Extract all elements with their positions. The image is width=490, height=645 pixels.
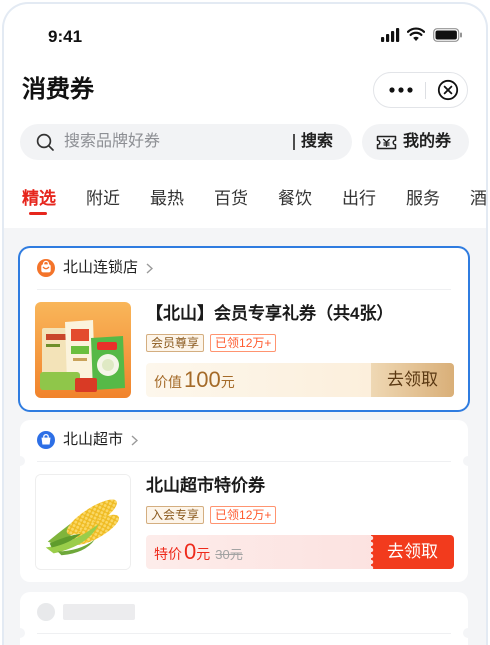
coupon-ticket-icon xyxy=(376,135,397,150)
chevron-right-icon xyxy=(146,262,154,274)
original-price: 30元 xyxy=(215,547,243,562)
member-tag: 会员尊享 xyxy=(146,334,205,352)
battery-icon xyxy=(433,28,462,42)
card-divider xyxy=(37,461,451,462)
coupon-title: 北山超市特价券 xyxy=(146,476,265,495)
tab-nearby[interactable]: 附近 xyxy=(86,187,120,211)
skeleton-avatar xyxy=(37,603,55,621)
close-circle-icon xyxy=(437,79,459,101)
my-coupons-label: 我的券 xyxy=(403,133,452,150)
search-button[interactable]: 搜索 xyxy=(301,124,333,160)
wifi-icon xyxy=(407,27,425,41)
claim-button[interactable]: 去领取 xyxy=(371,535,454,569)
coupon-tags: 会员尊享 已领12万+ xyxy=(146,334,282,352)
store-link[interactable]: 北山连锁店 xyxy=(63,258,154,278)
price-prefix: 特价 xyxy=(154,546,182,562)
card-notch xyxy=(463,456,473,466)
coupon-card-skeleton xyxy=(15,592,473,645)
price-value: 100 xyxy=(184,367,221,392)
more-button[interactable] xyxy=(389,86,413,94)
chevron-right-icon xyxy=(131,434,139,446)
card-divider xyxy=(37,289,451,290)
member-tag: 入会专享 xyxy=(146,506,205,524)
search-bar: 搜索 xyxy=(20,124,352,160)
card-divider xyxy=(37,633,451,634)
coupon-title: 【北山】会员专享礼券（共4张） xyxy=(146,304,394,323)
shopping-bag-icon xyxy=(37,431,55,449)
price-bar: 特价0元 30元 去领取 xyxy=(146,535,454,569)
search-icon xyxy=(36,133,54,151)
page-title: 消费券 xyxy=(22,76,94,103)
status-time: 9:41 xyxy=(48,27,83,46)
price-bar: 价值100元 去领取 xyxy=(146,363,454,397)
capsule-divider xyxy=(425,82,426,99)
coupon-price: 特价0元 30元 xyxy=(154,535,243,569)
tab-hotel[interactable]: 酒 xyxy=(470,187,487,211)
coupon-value: 价值100元 xyxy=(154,363,235,397)
price-unit: 元 xyxy=(196,546,211,562)
mini-program-capsule xyxy=(373,72,468,108)
store-name: 北山连锁店 xyxy=(63,259,139,276)
card-notch xyxy=(15,628,25,638)
store-name: 北山超市 xyxy=(63,431,124,448)
tab-services[interactable]: 服务 xyxy=(406,187,440,211)
tab-hottest[interactable]: 最热 xyxy=(150,187,184,211)
search-divider xyxy=(293,134,295,150)
product-image xyxy=(35,302,131,398)
tab-department-store[interactable]: 百货 xyxy=(214,187,248,211)
close-button[interactable] xyxy=(437,79,459,101)
price-unit: 元 xyxy=(220,374,235,390)
claimed-count-tag: 已领12万+ xyxy=(210,506,277,524)
tab-dining[interactable]: 餐饮 xyxy=(278,187,312,211)
price-prefix: 价值 xyxy=(154,374,182,390)
tab-active-indicator xyxy=(29,212,47,215)
coupon-card[interactable]: 北山连锁店 【北山】会员专享礼券（共4张） 会员尊享 已领12万+ 价值100元… xyxy=(20,248,468,410)
store-link[interactable]: 北山超市 xyxy=(63,430,139,450)
product-image xyxy=(35,474,131,570)
tab-travel[interactable]: 出行 xyxy=(342,187,376,211)
claim-button[interactable]: 去领取 xyxy=(371,363,454,397)
my-coupons-button[interactable]: 我的券 xyxy=(362,124,469,160)
store-icon xyxy=(37,259,55,277)
search-input[interactable] xyxy=(64,124,286,160)
more-icon xyxy=(389,87,413,93)
tab-featured[interactable]: 精选 xyxy=(22,187,56,211)
claimed-count-tag: 已领12万+ xyxy=(210,334,277,352)
skeleton-title xyxy=(63,604,135,620)
price-value: 0 xyxy=(184,539,197,564)
card-notch xyxy=(15,456,25,466)
card-notch xyxy=(463,628,473,638)
coupon-card[interactable]: 北山超市 北山超市特价券 入会专享 已领12万+ 特价0元 30元 去领取 xyxy=(15,420,473,582)
signal-icon xyxy=(381,28,400,42)
coupon-tags: 入会专享 已领12万+ xyxy=(146,506,282,524)
